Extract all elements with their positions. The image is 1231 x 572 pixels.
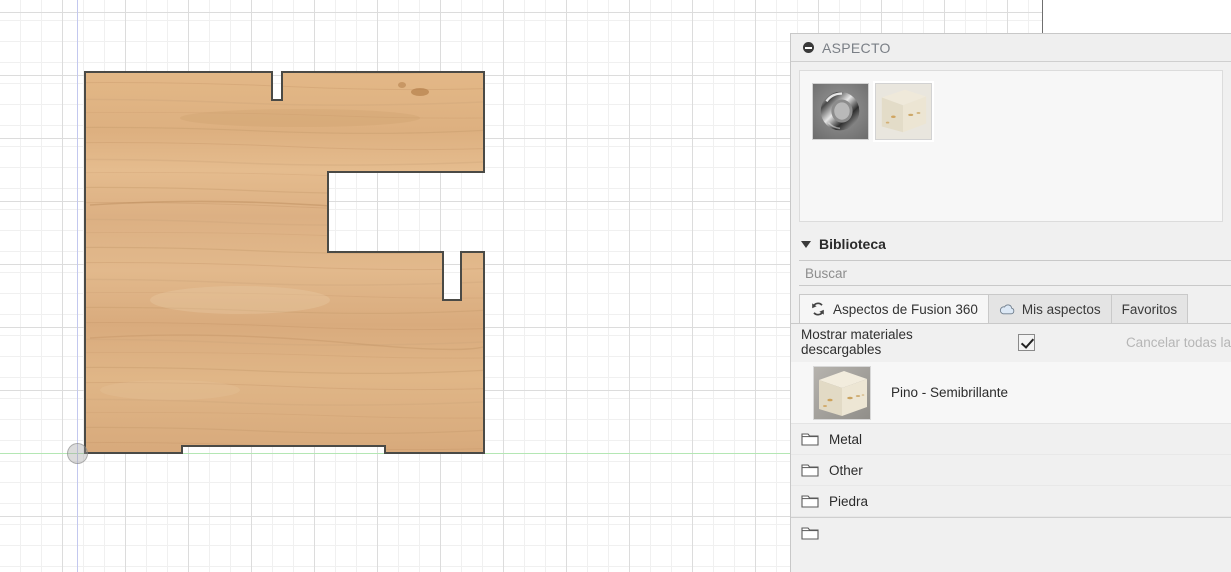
folder-label: Other (829, 462, 863, 478)
tab-favorites[interactable]: Favoritos (1110, 294, 1189, 323)
downloadable-materials-label: Mostrar materiales descargables (801, 327, 913, 357)
cloud-icon (999, 304, 1015, 315)
folder-icon (801, 463, 819, 477)
viewport-edge-divider (1042, 0, 1043, 33)
wood-texture-fill (85, 72, 484, 453)
wood-cube-thumb-image (814, 366, 870, 419)
search-input[interactable] (799, 260, 1231, 286)
applied-swatch-row (800, 71, 1222, 142)
wood-cube-thumb (813, 365, 871, 420)
application-window: ASPECTO Biblioteca Buscar Aspectos de Fu… (0, 0, 1231, 572)
triangle-down-icon[interactable] (801, 240, 811, 248)
library-title: Biblioteca (819, 236, 886, 252)
origin-point-marker[interactable] (67, 443, 88, 464)
swatch-metal-ring[interactable] (812, 83, 869, 140)
wood-cube-swatch (876, 84, 931, 139)
applied-appearances-area (799, 70, 1223, 222)
tab-fusion-appearances[interactable]: Aspectos de Fusion 360 (799, 294, 989, 323)
folder-row-metal[interactable]: Metal (791, 424, 1231, 455)
tab-my-appearances[interactable]: Mis aspectos (987, 294, 1112, 323)
folder-label: Piedra (829, 493, 869, 509)
folder-row-other[interactable]: Other (791, 455, 1231, 486)
folder-label: Metal (829, 431, 863, 447)
swatch-wood-pine[interactable] (873, 81, 934, 142)
folder-row-partial[interactable] (791, 518, 1231, 549)
tab-label: Favoritos (1121, 301, 1178, 317)
cancel-all-downloads-link[interactable]: Cancelar todas la (1126, 335, 1231, 350)
collapse-minus-icon[interactable] (803, 42, 814, 53)
tab-label: Aspectos de Fusion 360 (833, 301, 978, 317)
folder-icon (801, 494, 819, 508)
list-item[interactable]: Pino - Semibrillante (791, 362, 1231, 424)
folder-icon (801, 432, 819, 446)
folder-icon (801, 527, 819, 540)
downloadable-materials-checkbox[interactable] (1017, 333, 1035, 351)
folder-row-piedra[interactable]: Piedra (791, 486, 1231, 517)
material-name: Pino - Semibrillante (891, 385, 1009, 400)
search-wrapper (791, 260, 1231, 286)
page-title: ASPECTO (822, 39, 891, 56)
refresh-icon (812, 302, 824, 316)
library-list: Pino - Semibrillante Metal Other Piedra (791, 362, 1231, 549)
panel-header: ASPECTO (791, 34, 1231, 62)
library-tabs: Aspectos de Fusion 360 Mis aspectos Favo… (791, 294, 1231, 324)
tab-label: Mis aspectos (1021, 301, 1101, 317)
appearance-panel: ASPECTO Biblioteca Buscar Aspectos de Fu… (790, 33, 1231, 572)
metal-ring-swatch (813, 84, 868, 139)
downloadable-materials-option: Mostrar materiales descargables Cancelar… (791, 324, 1231, 360)
library-section-header[interactable]: Biblioteca (791, 222, 1231, 260)
